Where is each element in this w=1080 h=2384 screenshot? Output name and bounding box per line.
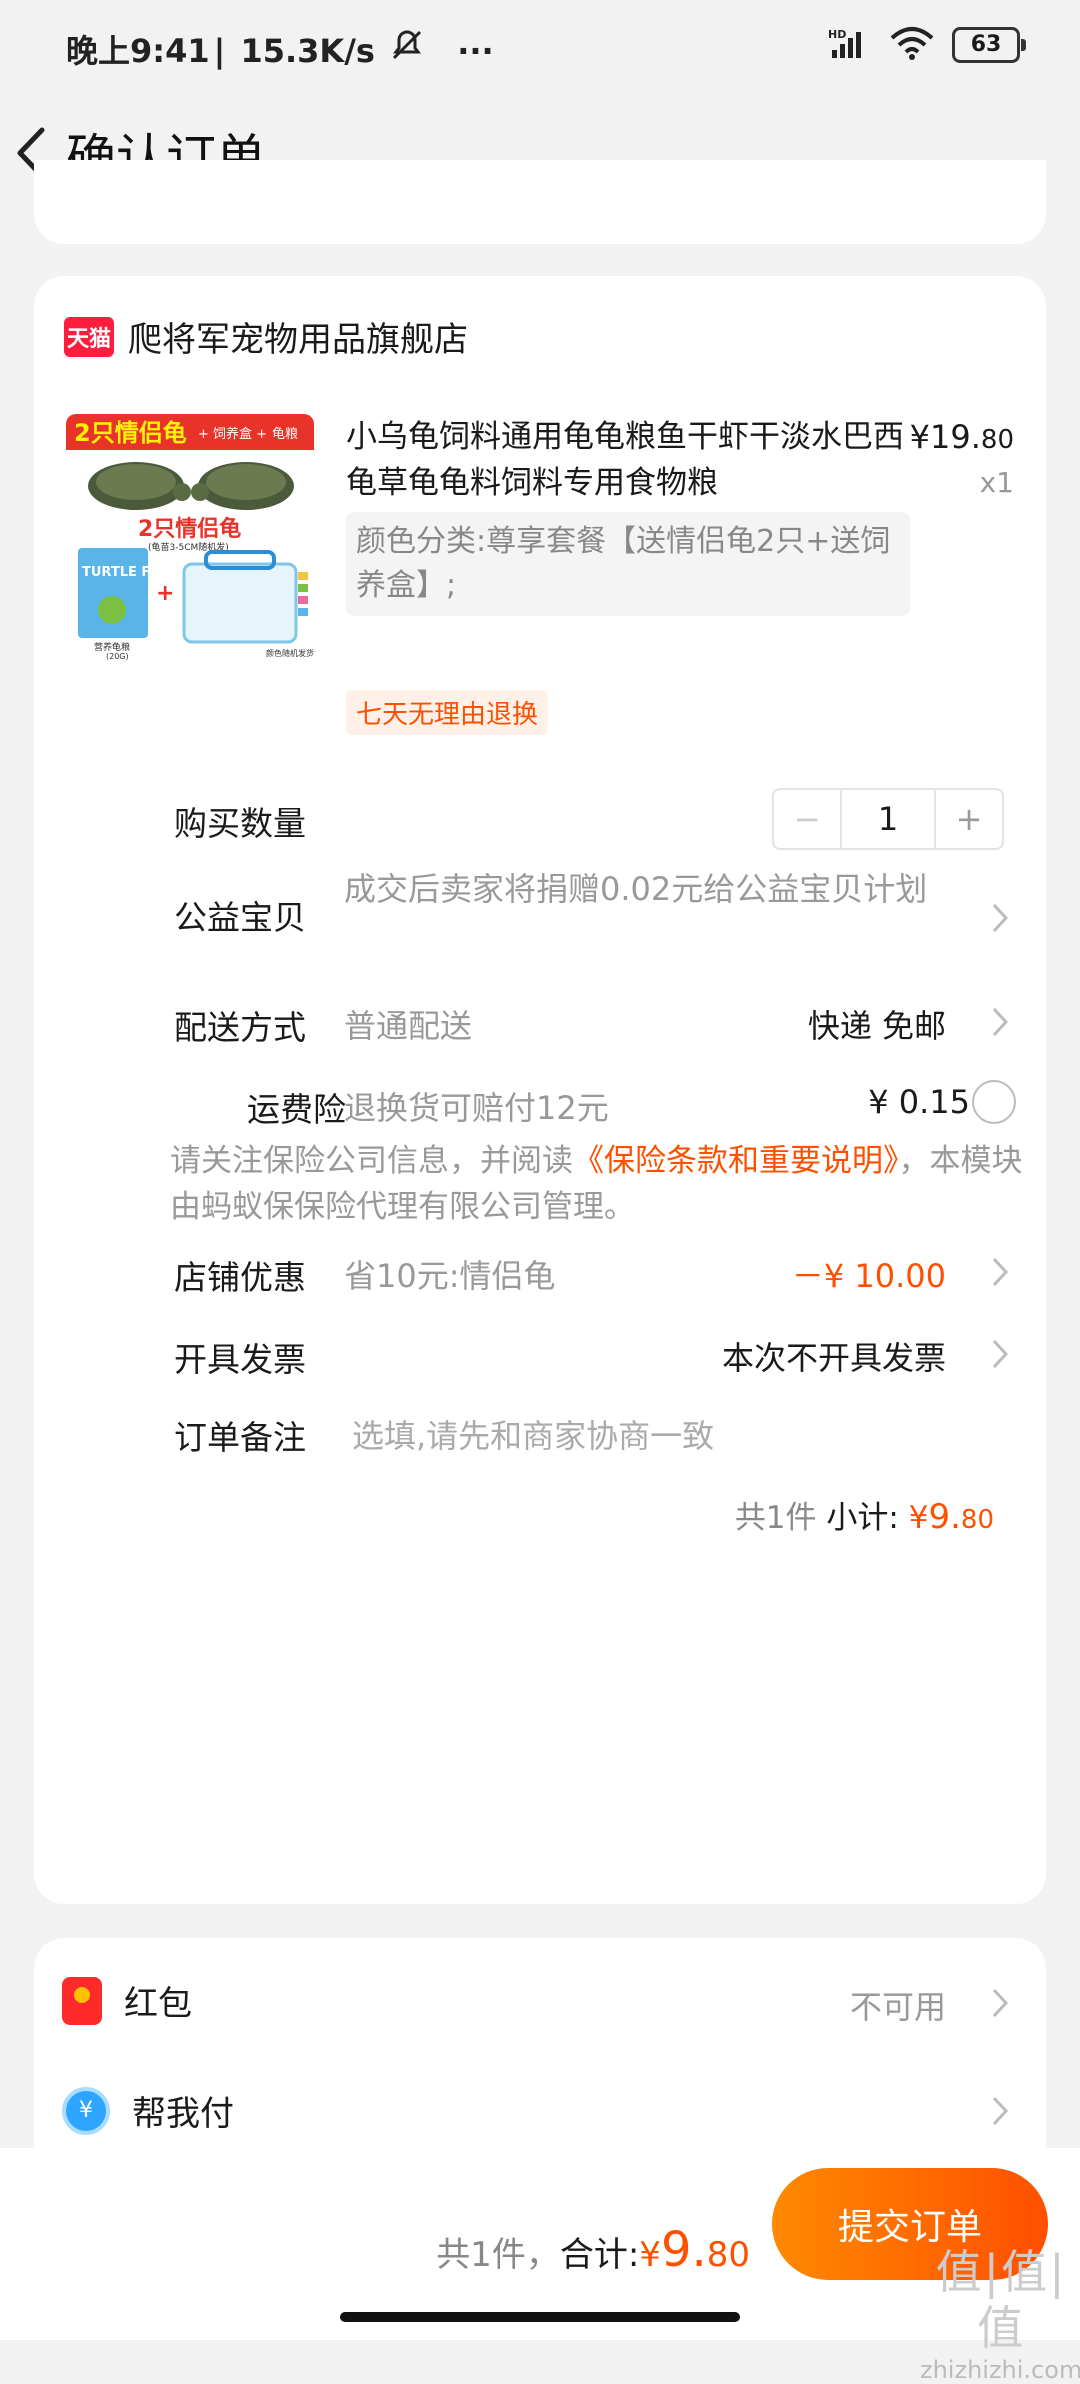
subtotal-currency: ¥ xyxy=(908,1500,929,1536)
shop-discount-chevron-icon[interactable] xyxy=(990,1255,1010,1289)
total-label: 合计: xyxy=(559,2235,640,2275)
subtotal-amount: ¥9.80 xyxy=(908,1497,994,1537)
quantity-plus-button[interactable]: + xyxy=(934,790,1002,848)
status-bar: 晚上9:41 | 15.3K/s ··· HD 63 xyxy=(0,0,1080,100)
insurance-note: 请关注保险公司信息，并阅读《保险条款和重要说明》，本模块由蚂蚁保保险代理有限公司… xyxy=(170,1138,1030,1230)
previous-card-stub xyxy=(34,160,1046,244)
return-policy-tag: 七天无理由退换 xyxy=(346,690,549,735)
charity-chevron-icon[interactable] xyxy=(990,901,1010,935)
delivery-desc: 普通配送 xyxy=(344,1007,473,1045)
remark-input[interactable]: 选填,请先和商家协商一致 xyxy=(352,1411,714,1457)
img-banner-extra1: + 饲养盒 + xyxy=(198,426,267,442)
img-banner-text: 2只情侣龟 xyxy=(74,419,187,447)
quantity-stepper[interactable]: − 1 + xyxy=(772,788,1004,850)
img-banner-extra2: 龟粮 xyxy=(272,427,298,442)
pay-for-me-row[interactable]: ¥ 帮我付 xyxy=(62,2086,234,2135)
img-center-text: 2只情侣龟 xyxy=(138,516,241,542)
pay-for-me-icon: ¥ xyxy=(62,2086,110,2135)
tmall-badge: 天猫 xyxy=(64,316,114,357)
home-indicator[interactable] xyxy=(340,2312,740,2322)
more-dots: ··· xyxy=(457,32,494,70)
watermark-sub: zhizhizhi.com xyxy=(920,2356,1080,2384)
svg-text:HD: HD xyxy=(828,28,846,41)
product-quantity: x1 xyxy=(979,466,1014,499)
quantity-label: 购买数量 xyxy=(174,804,306,843)
mute-icon xyxy=(390,28,424,70)
charity-desc: 成交后卖家将捐赠0.02元给公益宝贝计划 xyxy=(344,870,928,908)
total-main: 9. xyxy=(660,2222,707,2278)
red-packet-icon xyxy=(62,1976,102,2025)
shop-discount-value[interactable]: －¥ 10.00 xyxy=(792,1251,946,1297)
img-food-weight: (20G) xyxy=(106,652,129,660)
freight-insurance-label: 运费险 xyxy=(247,1090,346,1129)
pay-for-me-label: 帮我付 xyxy=(132,2094,234,2134)
product-title[interactable]: 小乌龟饲料通用龟龟粮鱼干虾干淡水巴西龟草龟龟料饲料专用食物粮 xyxy=(346,414,906,506)
subtotal-count: 共1件 xyxy=(734,1500,817,1536)
order-card: 天猫 爬将军宠物用品旗舰店 2只情侣龟 + 饲养盒 + 龟粮 2只情侣龟 (龟苗… xyxy=(34,276,1046,1904)
total-amount: ¥9.80 xyxy=(639,2222,750,2278)
total-cents: 80 xyxy=(706,2235,750,2275)
shop-row[interactable]: 天猫 爬将军宠物用品旗舰店 xyxy=(64,312,468,361)
freight-insurance-desc: 退换货可赔付12元 xyxy=(344,1089,609,1127)
total-summary: 共1件，合计:¥9.80 xyxy=(436,2222,750,2278)
signal-icon: HD xyxy=(828,26,872,64)
status-left: 晚上9:41 | 15.3K/s ··· xyxy=(66,26,498,72)
freight-insurance-radio[interactable] xyxy=(972,1080,1016,1124)
price-cents: 80 xyxy=(980,425,1014,455)
status-right: HD 63 xyxy=(828,26,1026,64)
product-sku[interactable]: 颜色分类:尊享套餐【送情侣龟2只+送饲养盒】; xyxy=(346,512,910,616)
svg-text:+: + xyxy=(156,581,174,606)
subtotal-label: 小计: xyxy=(826,1500,899,1536)
total-count: 共1件， xyxy=(436,2235,560,2275)
status-net-speed: 15.3K/s xyxy=(240,32,375,70)
remark-label: 订单备注 xyxy=(174,1418,306,1457)
subtotal: 共1件 小计: ¥9.80 xyxy=(735,1492,994,1537)
charity-label: 公益宝贝 xyxy=(174,898,306,937)
subtotal-cents: 80 xyxy=(960,1505,994,1535)
watermark-main: 值|值|值 xyxy=(935,2245,1067,2355)
invoice-label: 开具发票 xyxy=(174,1340,306,1379)
quantity-value[interactable]: 1 xyxy=(842,790,934,848)
delivery-value[interactable]: 快递 免邮 xyxy=(808,1001,946,1047)
subtotal-main: 9. xyxy=(928,1497,961,1537)
red-packet-chevron-icon[interactable] xyxy=(990,1986,1010,2020)
status-time: 晚上9:41 xyxy=(66,32,210,70)
invoice-chevron-icon[interactable] xyxy=(990,1337,1010,1371)
red-packet-row[interactable]: 红包 xyxy=(62,1976,192,2025)
wifi-icon xyxy=(890,26,934,64)
img-box-note: 颜色随机发货 xyxy=(266,648,314,658)
price-main: ¥19. xyxy=(909,418,981,456)
watermark: 值|值|值 zhizhizhi.com xyxy=(920,2244,1080,2384)
delivery-chevron-icon[interactable] xyxy=(990,1005,1010,1039)
battery-icon: 63 xyxy=(952,27,1026,63)
total-currency: ¥ xyxy=(639,2235,661,2275)
red-packet-value: 不可用 xyxy=(849,1988,946,2026)
pay-for-me-chevron-icon[interactable] xyxy=(990,2094,1010,2128)
invoice-value[interactable]: 本次不开具发票 xyxy=(722,1333,946,1379)
checkout-footer: 共1件，合计:¥9.80 提交订单 值|值|值 zhizhizhi.com xyxy=(0,2148,1080,2384)
shop-name: 爬将军宠物用品旗舰店 xyxy=(128,320,468,360)
img-food-brand: TURTLE FOOD xyxy=(82,565,183,580)
quantity-minus-button[interactable]: − xyxy=(774,790,842,848)
delivery-label: 配送方式 xyxy=(174,1008,306,1047)
insurance-note-prefix: 请关注保险公司信息，并阅读 xyxy=(170,1143,573,1179)
red-packet-label: 红包 xyxy=(124,1984,192,2024)
product-image[interactable]: 2只情侣龟 + 饲养盒 + 龟粮 2只情侣龟 (龟苗3-5CM随机发) TURT… xyxy=(66,414,314,660)
status-separator: | xyxy=(213,32,226,70)
insurance-terms-link[interactable]: 《保险条款和重要说明》 xyxy=(573,1143,899,1179)
product-price: ¥19.80 xyxy=(910,418,1014,456)
shop-discount-desc: 省10元:情侣龟 xyxy=(344,1257,556,1295)
shop-discount-label: 店铺优惠 xyxy=(174,1258,306,1297)
freight-insurance-price: ¥ 0.15 xyxy=(868,1083,970,1121)
